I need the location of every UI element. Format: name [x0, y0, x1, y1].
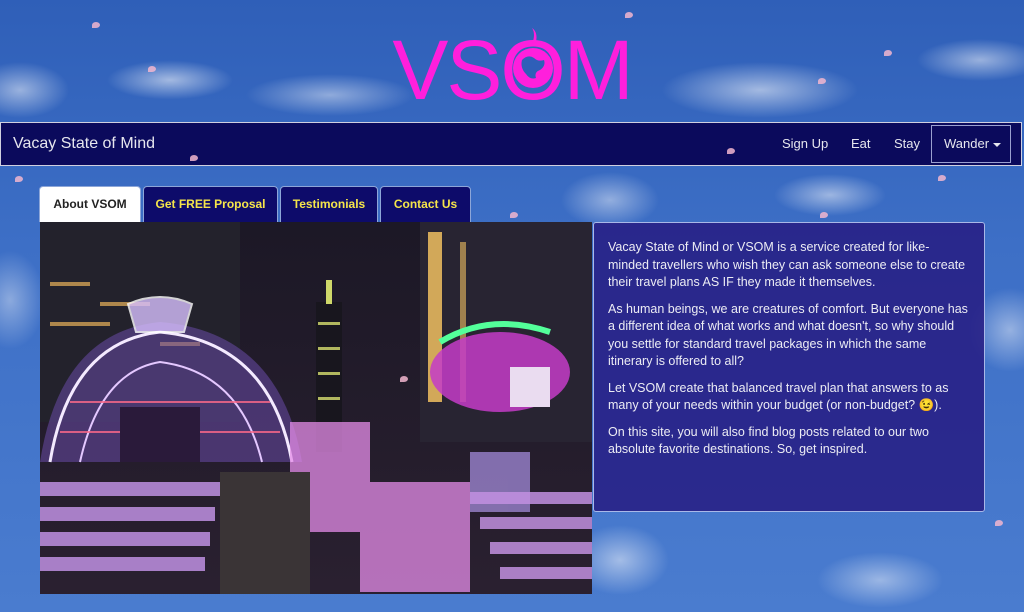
night-light-installation-photo [40, 222, 592, 594]
top-navbar: Vacay State of Mind Sign Up Eat Stay Wan… [0, 122, 1022, 166]
nav-sign-up[interactable]: Sign Up [782, 123, 828, 165]
tab-testimonials[interactable]: Testimonials [280, 186, 378, 222]
about-paragraph: Let VSOM create that balanced travel pla… [608, 380, 949, 413]
petal-decoration [15, 176, 23, 182]
caret-down-icon [993, 142, 1002, 147]
about-paragraph: On this site, you will also find blog po… [608, 424, 929, 457]
petal-decoration [190, 155, 198, 161]
about-paragraph: As human beings, we are creatures of com… [608, 301, 968, 369]
wander-label: Wander [944, 136, 990, 151]
nav-eat[interactable]: Eat [851, 123, 871, 165]
petal-decoration [938, 175, 946, 181]
nav-stay[interactable]: Stay [894, 123, 920, 165]
about-photo [40, 222, 592, 594]
brand-link[interactable]: Vacay State of Mind [13, 123, 155, 165]
petal-decoration [510, 212, 518, 218]
vsom-logo-graphic: VSOM [392, 23, 633, 114]
vsom-logo: VSOM [0, 0, 1024, 118]
about-paragraph: Vacay State of Mind or VSOM is a service… [608, 240, 966, 289]
tab-about-vsom[interactable]: About VSOM [39, 186, 141, 222]
petal-decoration [148, 66, 156, 72]
petal-decoration [727, 148, 735, 154]
petal-decoration [884, 50, 892, 56]
petal-decoration [818, 78, 826, 84]
about-text-panel: Vacay State of Mind or VSOM is a service… [593, 222, 985, 512]
logo-text: VSOM [392, 23, 631, 114]
petal-decoration [820, 212, 828, 218]
petal-decoration [625, 12, 633, 18]
tab-contact-us[interactable]: Contact Us [380, 186, 471, 222]
wander-dropdown[interactable]: Wander [931, 125, 1011, 163]
petal-decoration [400, 376, 408, 382]
tab-get-free-proposal[interactable]: Get FREE Proposal [143, 186, 278, 222]
petal-decoration [995, 520, 1003, 526]
petal-decoration [92, 22, 100, 28]
